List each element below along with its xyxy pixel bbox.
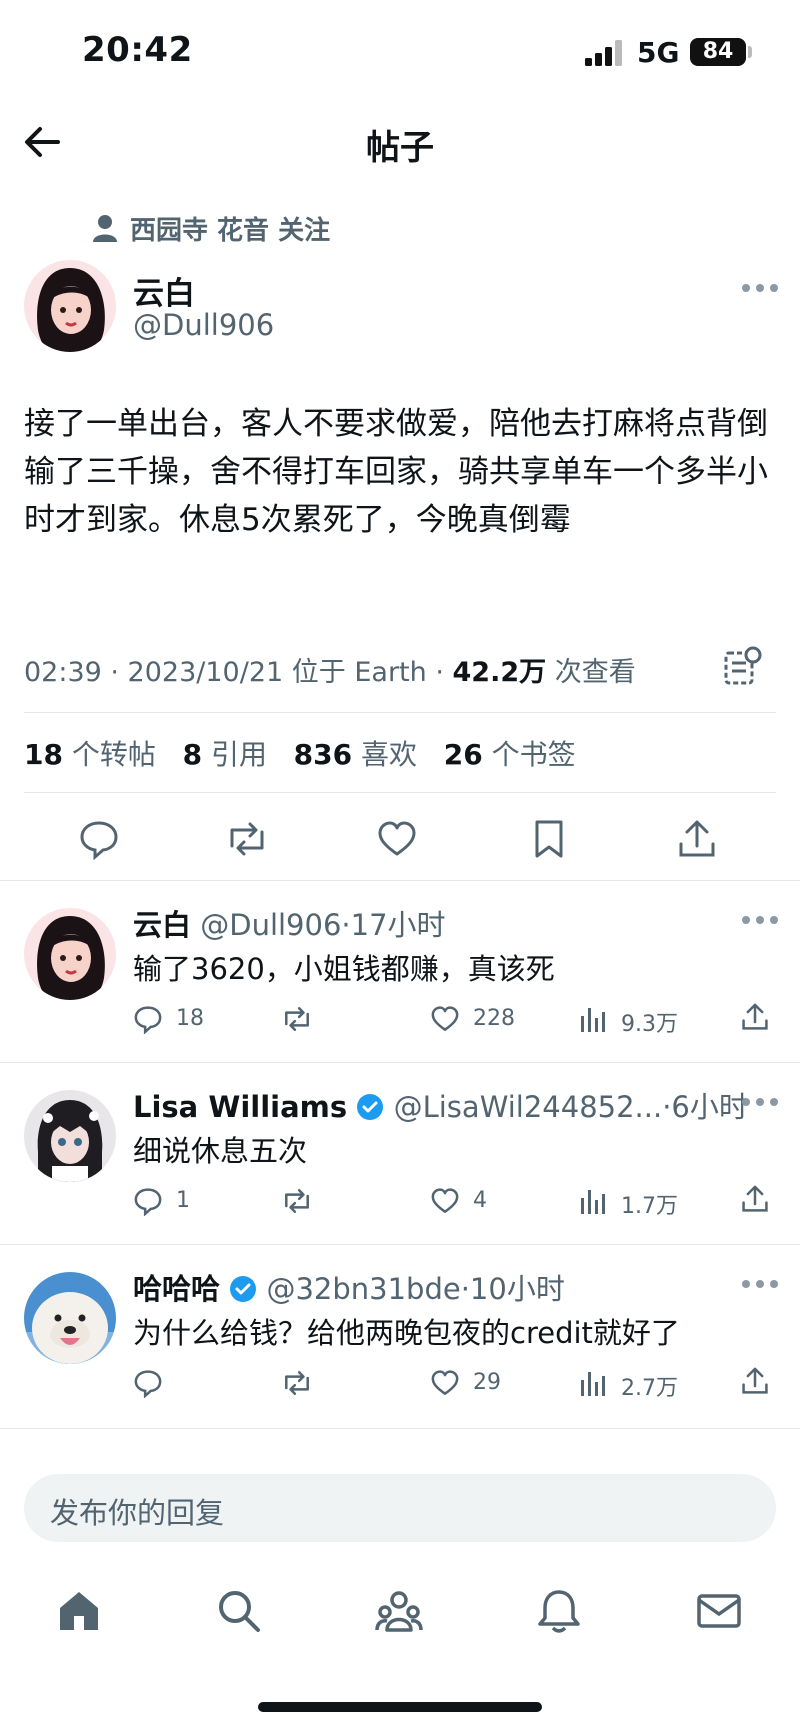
scroll-edge xyxy=(0,1452,800,1456)
reply-icon[interactable] xyxy=(78,818,120,860)
reply-time: ·10小时 xyxy=(460,1272,565,1306)
reply-text: 细说休息五次 xyxy=(133,1134,308,1168)
divider xyxy=(0,1428,800,1429)
reply-avatar[interactable] xyxy=(24,1090,116,1182)
status-time: 20:42 xyxy=(82,30,193,70)
home-indicator xyxy=(258,1702,542,1712)
reply-header: 哈哈哈 @32bn31bde·10小时 xyxy=(133,1266,565,1308)
repost-icon[interactable] xyxy=(282,1368,312,1398)
repost-icon[interactable] xyxy=(226,818,268,860)
reply-icon[interactable] xyxy=(133,1186,163,1216)
like-count: 228 xyxy=(473,1006,515,1031)
reply-name[interactable]: 云白 xyxy=(133,908,191,942)
reply-time: ·6小时 xyxy=(662,1090,748,1124)
home-icon[interactable] xyxy=(54,1586,104,1636)
reply-header: Lisa Williams @LisaWil244852...·6小时 xyxy=(133,1084,748,1126)
avatar-illustration xyxy=(24,1090,116,1182)
reply-text: 为什么给钱？给他两晚包夜的credit就好了 xyxy=(133,1316,680,1350)
like-count: 4 xyxy=(473,1188,487,1213)
like-icon[interactable] xyxy=(430,1004,460,1034)
network-type: 5G xyxy=(637,36,680,69)
reply-handle[interactable]: @Dull906 xyxy=(200,908,341,942)
reposts-label: 个转帖 xyxy=(62,738,156,771)
like-count: 29 xyxy=(473,1370,501,1395)
reply-name[interactable]: Lisa Williams xyxy=(133,1090,347,1124)
like-icon[interactable] xyxy=(430,1186,460,1216)
reposts-count[interactable]: 18 xyxy=(24,738,63,771)
reply-time: ·17小时 xyxy=(341,908,446,942)
post-meta: 02:39 · 2023/10/21 位于 Earth · 42.2万 次查看 xyxy=(24,650,636,689)
social-context[interactable]: 西园寺 花音 关注 xyxy=(92,212,331,246)
reply-icon[interactable] xyxy=(133,1004,163,1034)
grok-icon[interactable] xyxy=(722,645,762,687)
signal-icon xyxy=(585,40,622,66)
page-title: 帖子 xyxy=(366,128,434,168)
divider xyxy=(24,792,776,793)
bookmark-icon[interactable] xyxy=(528,818,570,860)
post-views-label: 次查看 xyxy=(546,657,636,688)
likes-label: 喜欢 xyxy=(352,738,418,771)
more-icon[interactable] xyxy=(740,1278,780,1290)
reply-handle[interactable]: @LisaWil244852... xyxy=(394,1090,663,1124)
more-icon[interactable] xyxy=(740,914,780,926)
verified-badge-icon xyxy=(230,1276,257,1302)
more-icon[interactable] xyxy=(740,1096,780,1108)
share-icon[interactable] xyxy=(676,818,718,860)
views-icon[interactable] xyxy=(578,1004,608,1034)
avatar-illustration xyxy=(24,908,116,1000)
views-icon[interactable] xyxy=(578,1368,608,1398)
messages-icon[interactable] xyxy=(694,1586,744,1636)
social-context-text: 西园寺 花音 关注 xyxy=(130,215,331,246)
views-count: 9.3万 xyxy=(621,1012,678,1037)
post-text: 接了一单出台，客人不要求做爱，陪他去打麻将点背倒输了三千操，舍不得打车回家，骑共… xyxy=(24,406,768,538)
post-views: 42.2万 xyxy=(452,657,547,688)
communities-icon[interactable] xyxy=(374,1586,424,1636)
battery-tip xyxy=(748,46,752,58)
views-icon[interactable] xyxy=(578,1186,608,1216)
reply-count: 18 xyxy=(176,1006,204,1031)
post-stats: 18 个转帖 8 引用 836 喜欢 26 个书签 xyxy=(24,733,576,773)
post-timestamp: 02:39 · 2023/10/21 位于 Earth · xyxy=(24,657,453,688)
quotes-label: 引用 xyxy=(202,738,267,771)
notifications-icon[interactable] xyxy=(534,1586,584,1636)
views-count: 1.7万 xyxy=(621,1194,678,1219)
avatar-illustration xyxy=(24,1272,116,1364)
quotes-count[interactable]: 8 xyxy=(183,738,202,771)
reply-avatar[interactable] xyxy=(24,908,116,1000)
share-icon[interactable] xyxy=(740,1366,770,1396)
reply-count: 1 xyxy=(176,1188,190,1213)
reply-composer-placeholder: 发布你的回复 xyxy=(50,1496,225,1530)
search-icon[interactable] xyxy=(214,1586,264,1636)
likes-count[interactable]: 836 xyxy=(294,738,352,771)
views-count: 2.7万 xyxy=(621,1376,678,1401)
divider xyxy=(0,1244,800,1245)
divider xyxy=(0,1062,800,1063)
divider xyxy=(0,880,800,881)
author-avatar[interactable] xyxy=(24,260,116,352)
repost-icon[interactable] xyxy=(282,1186,312,1216)
bookmarks-count[interactable]: 26 xyxy=(444,738,483,771)
share-icon[interactable] xyxy=(740,1002,770,1032)
author-name[interactable]: 云白 xyxy=(133,268,195,313)
avatar-illustration xyxy=(24,260,116,352)
like-icon[interactable] xyxy=(430,1368,460,1398)
reply-text: 输了3620，小姐钱都赚，真该死 xyxy=(133,952,555,986)
like-icon[interactable] xyxy=(376,818,418,860)
verified-badge-icon xyxy=(357,1094,384,1120)
reply-name[interactable]: 哈哈哈 xyxy=(133,1272,220,1306)
reply-handle[interactable]: @32bn31bde xyxy=(266,1272,460,1306)
reply-avatar[interactable] xyxy=(24,1272,116,1364)
reply-header: 云白 @Dull906·17小时 xyxy=(133,902,446,944)
battery-indicator: 84 xyxy=(690,38,746,66)
author-handle[interactable]: @Dull906 xyxy=(133,308,274,342)
repost-icon[interactable] xyxy=(282,1004,312,1034)
reply-icon[interactable] xyxy=(133,1368,163,1398)
divider xyxy=(24,712,776,713)
person-icon xyxy=(93,215,117,242)
share-icon[interactable] xyxy=(740,1184,770,1214)
bookmarks-label: 个书签 xyxy=(482,738,576,771)
more-icon[interactable] xyxy=(740,282,780,294)
